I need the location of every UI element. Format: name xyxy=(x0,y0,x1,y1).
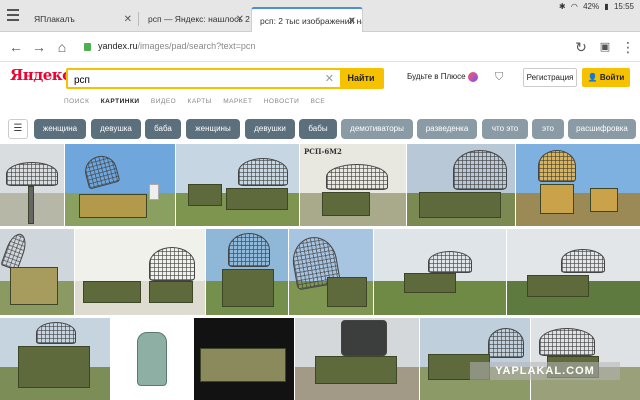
bluetooth-icon: ✱ xyxy=(558,2,566,11)
image-caption: РСП-6М2 xyxy=(304,147,342,156)
clock: 15:55 xyxy=(613,2,634,11)
shield-icon[interactable]: ⛉ xyxy=(495,71,503,84)
service-all[interactable]: ВСЕ xyxy=(311,98,326,105)
plus-promo[interactable]: Будьте в Плюсе xyxy=(407,72,478,82)
chip[interactable]: что это xyxy=(482,119,528,139)
image-thumbnail[interactable] xyxy=(0,144,64,226)
browser-tab-strip: ЯПлакалъ ✕ рсп — Яндекс: нашлось 23 ✕ рс… xyxy=(0,0,640,32)
image-thumbnail[interactable] xyxy=(407,144,515,226)
more-vert-icon[interactable]: ⋮ xyxy=(620,39,636,55)
clear-icon[interactable]: ✕ xyxy=(325,72,334,85)
image-thumbnail[interactable] xyxy=(507,229,640,315)
search-box: ✕ Найти xyxy=(66,68,384,89)
service-images[interactable]: КАРТИНКИ xyxy=(101,98,140,105)
image-thumbnail[interactable] xyxy=(516,144,640,226)
image-thumbnail[interactable] xyxy=(531,318,640,400)
service-market[interactable]: МАРКЕТ xyxy=(223,98,252,105)
menu-icon[interactable] xyxy=(7,9,19,21)
lock-icon xyxy=(84,43,91,51)
chip[interactable]: девушки xyxy=(245,119,295,139)
url-host: yandex.ru xyxy=(98,41,138,51)
forward-arrow-icon[interactable]: → xyxy=(31,39,47,55)
chip[interactable]: девушка xyxy=(91,119,141,139)
related-queries: ☰ женщина девушка баба женщины девушки б… xyxy=(0,116,640,142)
image-thumbnail[interactable] xyxy=(194,318,294,400)
image-thumbnail[interactable] xyxy=(176,144,299,226)
image-thumbnail[interactable] xyxy=(295,318,419,400)
chip[interactable]: демотиваторы xyxy=(341,119,413,139)
filter-icon[interactable]: ☰ xyxy=(8,119,28,139)
back-arrow-icon[interactable]: ← xyxy=(8,39,24,55)
close-icon[interactable]: ✕ xyxy=(236,7,244,32)
chip[interactable]: бабы xyxy=(299,119,337,139)
tab-yandex-images[interactable]: рсп: 2 тыс изображений на ✕ xyxy=(251,7,363,32)
url-path: /images/pad/search?text=pcn xyxy=(137,41,256,51)
image-thumbnail[interactable] xyxy=(0,229,74,315)
battery-level: 42% xyxy=(583,2,600,11)
tab-yaplakal[interactable]: ЯПлакалъ ✕ xyxy=(26,7,138,32)
reload-icon[interactable]: ↻ xyxy=(573,39,589,55)
chip[interactable]: баба xyxy=(145,119,181,139)
image-thumbnail[interactable] xyxy=(374,229,506,315)
image-thumbnail[interactable]: РСП-6М2 xyxy=(300,144,406,226)
chip[interactable]: расшифровка xyxy=(568,119,636,139)
image-thumbnail[interactable] xyxy=(111,318,193,400)
image-thumbnail[interactable] xyxy=(65,144,175,226)
service-maps[interactable]: КАРТЫ xyxy=(188,98,212,105)
close-icon[interactable]: ✕ xyxy=(124,7,132,32)
login-label: Войти xyxy=(599,73,625,82)
image-thumbnail[interactable] xyxy=(75,229,205,315)
service-video[interactable]: ВИДЕО xyxy=(151,98,176,105)
yandex-logo[interactable]: Яндекс xyxy=(10,66,71,84)
plus-icon xyxy=(467,72,478,82)
service-news[interactable]: НОВОСТИ xyxy=(264,98,300,105)
chip[interactable]: разведенка xyxy=(417,119,477,139)
chip[interactable]: это xyxy=(532,119,564,139)
image-thumbnail[interactable] xyxy=(420,318,530,400)
service-search[interactable]: ПОИСК xyxy=(64,98,89,105)
image-thumbnail[interactable] xyxy=(0,318,110,400)
chip[interactable]: женщина xyxy=(34,119,86,139)
image-thumbnail[interactable] xyxy=(206,229,288,315)
tab-label: ЯПлакалъ xyxy=(34,14,75,24)
image-thumbnail[interactable] xyxy=(289,229,373,315)
system-status: ✱ ◠ 42% ▮ 15:55 xyxy=(556,2,634,11)
watermark: YAPLAKAL.COM xyxy=(470,362,620,380)
tab-yandex-search[interactable]: рсп — Яндекс: нашлось 23 ✕ xyxy=(140,7,250,32)
register-button[interactable]: Регистрация xyxy=(523,68,577,87)
address-bar-row: ← → ⌂ yandex.ru/images/pad/search?text=p… xyxy=(0,32,640,62)
plus-label: Будьте в Плюсе xyxy=(407,72,466,82)
login-button[interactable]: 👤 Войти xyxy=(582,68,630,87)
reader-mode-icon[interactable]: ▣ xyxy=(597,39,613,55)
home-icon[interactable]: ⌂ xyxy=(54,39,70,55)
battery-icon: ▮ xyxy=(604,2,609,11)
search-button[interactable]: Найти xyxy=(340,70,382,87)
search-input[interactable] xyxy=(68,72,318,89)
service-nav: ПОИСК КАРТИНКИ ВИДЕО КАРТЫ МАРКЕТ НОВОСТ… xyxy=(64,98,334,105)
wifi-icon: ◠ xyxy=(570,2,578,11)
close-icon[interactable]: ✕ xyxy=(348,9,356,32)
chip[interactable]: женщины xyxy=(186,119,240,139)
url-field[interactable]: yandex.ru/images/pad/search?text=pcn xyxy=(98,41,255,51)
